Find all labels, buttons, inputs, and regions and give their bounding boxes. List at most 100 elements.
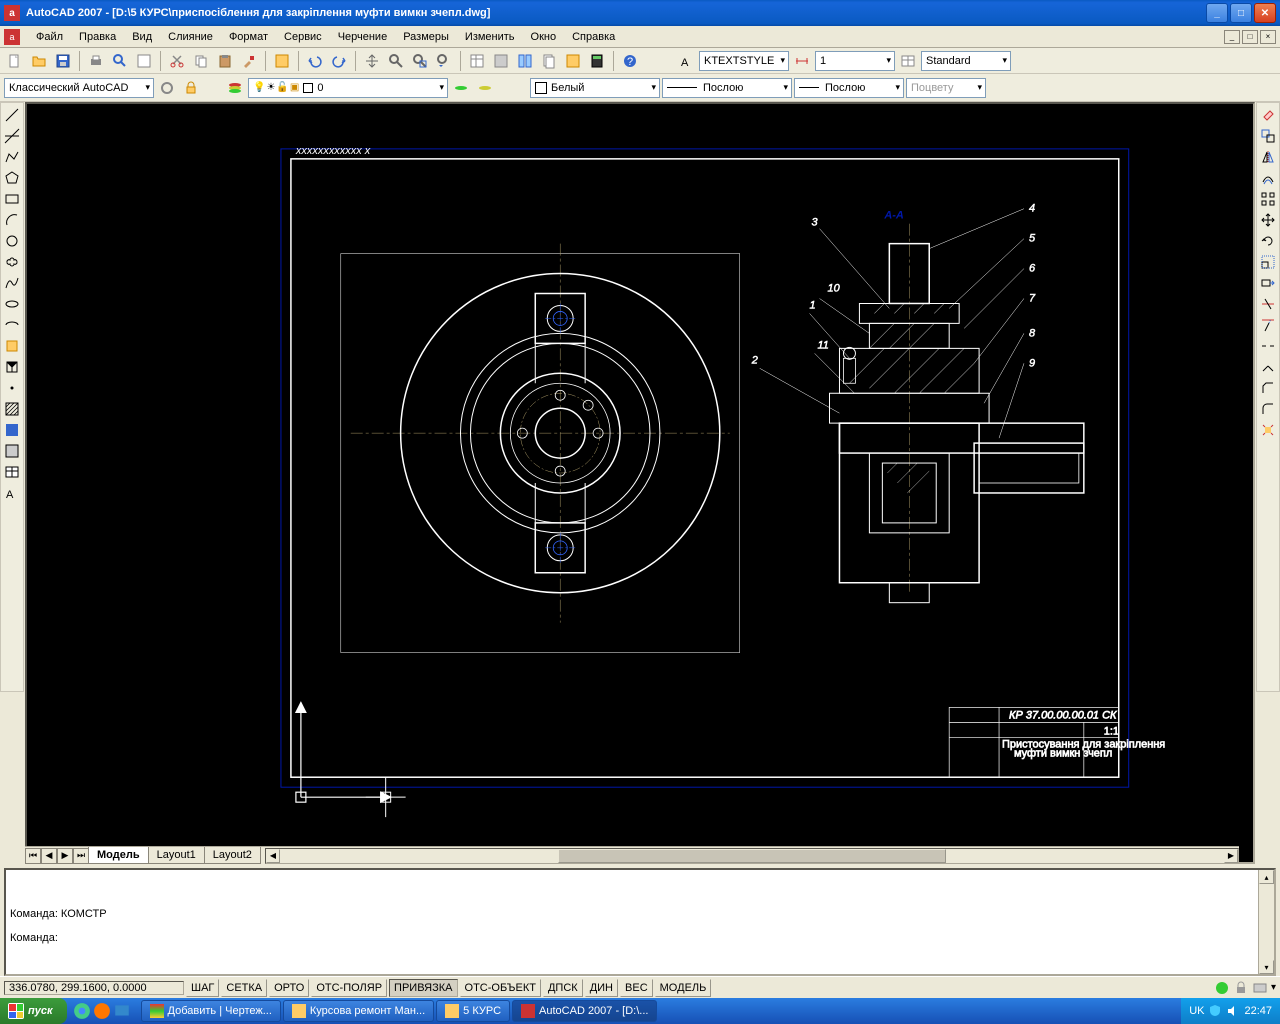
menu-window[interactable]: Окно — [523, 29, 565, 45]
publish-button[interactable] — [133, 50, 155, 72]
dimstyle-icon[interactable] — [791, 50, 813, 72]
menu-help[interactable]: Справка — [564, 29, 623, 45]
point-tool[interactable] — [2, 378, 22, 398]
linetype-dropdown[interactable]: Послою — [662, 78, 792, 98]
extend-tool[interactable] — [1258, 315, 1278, 335]
task-folder2[interactable]: 5 КУРС — [436, 1000, 510, 1022]
zoom-window-button[interactable] — [409, 50, 431, 72]
command-scrollbar[interactable]: ▴▾ — [1258, 870, 1274, 974]
menu-merge[interactable]: Слияние — [160, 29, 221, 45]
status-osnap[interactable]: ПРИВЯЗКА — [389, 979, 457, 997]
tab-layout2[interactable]: Layout2 — [204, 847, 261, 864]
undo-button[interactable] — [304, 50, 326, 72]
save-button[interactable] — [52, 50, 74, 72]
lang-indicator[interactable]: UK — [1189, 1005, 1204, 1017]
menu-modify[interactable]: Изменить — [457, 29, 523, 45]
chamfer-tool[interactable] — [1258, 378, 1278, 398]
revcloud-tool[interactable] — [2, 252, 22, 272]
erase-tool[interactable] — [1258, 105, 1278, 125]
trim-tool[interactable] — [1258, 294, 1278, 314]
tab-last[interactable]: ⏭ — [73, 848, 89, 864]
hscrollbar[interactable]: ◀▶ — [265, 848, 1239, 864]
menu-edit[interactable]: Правка — [71, 29, 124, 45]
status-ducs[interactable]: ДПСК — [543, 979, 583, 997]
status-polar[interactable]: ОТС-ПОЛЯР — [311, 979, 387, 997]
spline-tool[interactable] — [2, 273, 22, 293]
menu-view[interactable]: Вид — [124, 29, 160, 45]
fillet-tool[interactable] — [1258, 399, 1278, 419]
join-tool[interactable] — [1258, 357, 1278, 377]
quickcalc-button[interactable] — [586, 50, 608, 72]
tab-model[interactable]: Модель — [88, 847, 149, 864]
clock[interactable]: 22:47 — [1244, 1005, 1272, 1017]
menu-format[interactable]: Формат — [221, 29, 276, 45]
cut-button[interactable] — [166, 50, 188, 72]
lineweight-dropdown[interactable]: Послою — [794, 78, 904, 98]
break-tool[interactable] — [1258, 336, 1278, 356]
markup-button[interactable] — [562, 50, 584, 72]
workspace-lock-icon[interactable] — [180, 77, 202, 99]
dimscale-dropdown[interactable]: 1 — [815, 51, 895, 71]
redo-button[interactable] — [328, 50, 350, 72]
tab-prev[interactable]: ◀ — [41, 848, 57, 864]
polygon-tool[interactable] — [2, 168, 22, 188]
zoom-previous-button[interactable] — [433, 50, 455, 72]
ql-chrome-icon[interactable] — [73, 1002, 91, 1020]
mirror-tool[interactable] — [1258, 147, 1278, 167]
tray-shield-icon[interactable] — [1208, 1004, 1222, 1018]
layer-states-icon[interactable] — [474, 77, 496, 99]
status-snap[interactable]: ШАГ — [186, 979, 219, 997]
maximize-button[interactable]: □ — [1230, 3, 1252, 23]
tray-volume-icon[interactable] — [1226, 1004, 1240, 1018]
workspace-settings-icon[interactable] — [156, 77, 178, 99]
line-tool[interactable] — [2, 105, 22, 125]
status-ortho[interactable]: ОРТО — [269, 979, 309, 997]
explode-tool[interactable] — [1258, 420, 1278, 440]
tab-next[interactable]: ▶ — [57, 848, 73, 864]
drawing-canvas[interactable]: xxxxxxxxxxxx x — [25, 102, 1255, 864]
menu-draw[interactable]: Черчение — [330, 29, 396, 45]
ellipse-tool[interactable] — [2, 294, 22, 314]
menu-tools[interactable]: Сервис — [276, 29, 330, 45]
command-window[interactable]: Команда: КОМСТР Команда: ▴▾ — [4, 868, 1276, 976]
task-autocad[interactable]: AutoCAD 2007 - [D:\... — [512, 1000, 657, 1022]
paste-button[interactable] — [214, 50, 236, 72]
minimize-button[interactable]: _ — [1206, 3, 1228, 23]
start-button[interactable]: пуск — [0, 998, 67, 1024]
color-dropdown[interactable]: Белый — [530, 78, 660, 98]
arc-tool[interactable] — [2, 210, 22, 230]
tab-layout1[interactable]: Layout1 — [148, 847, 205, 864]
coordinates[interactable]: 336.0780, 299.1600, 0.0000 — [4, 981, 184, 995]
ql-desktop-icon[interactable] — [113, 1002, 131, 1020]
ql-firefox-icon[interactable] — [93, 1002, 111, 1020]
menu-dim[interactable]: Размеры — [395, 29, 457, 45]
status-lwt[interactable]: ВЕС — [620, 979, 653, 997]
zoom-realtime-button[interactable] — [385, 50, 407, 72]
circle-tool[interactable] — [2, 231, 22, 251]
matchprop-button[interactable] — [238, 50, 260, 72]
print-button[interactable] — [85, 50, 107, 72]
blockeditor-button[interactable] — [271, 50, 293, 72]
comm-icon[interactable] — [1214, 980, 1230, 996]
move-tool[interactable] — [1258, 210, 1278, 230]
open-button[interactable] — [28, 50, 50, 72]
gradient-tool[interactable] — [2, 420, 22, 440]
mtext-tool[interactable]: A — [2, 483, 22, 503]
scale-tool[interactable] — [1258, 252, 1278, 272]
menu-file[interactable]: Файл — [28, 29, 71, 45]
mdi-minimize[interactable]: _ — [1224, 30, 1240, 44]
lock-icon[interactable] — [1233, 980, 1249, 996]
pan-button[interactable] — [361, 50, 383, 72]
insert-tool[interactable] — [2, 336, 22, 356]
designcenter-button[interactable] — [490, 50, 512, 72]
block-tool[interactable] — [2, 357, 22, 377]
copy-button[interactable] — [190, 50, 212, 72]
status-grid[interactable]: СЕТКА — [221, 979, 267, 997]
array-tool[interactable] — [1258, 189, 1278, 209]
status-model[interactable]: МОДЕЛЬ — [655, 979, 712, 997]
dimstyle-dropdown[interactable]: Standard — [921, 51, 1011, 71]
rectangle-tool[interactable] — [2, 189, 22, 209]
tray-settings-icon[interactable] — [1252, 980, 1268, 996]
properties-button[interactable] — [466, 50, 488, 72]
region-tool[interactable] — [2, 441, 22, 461]
